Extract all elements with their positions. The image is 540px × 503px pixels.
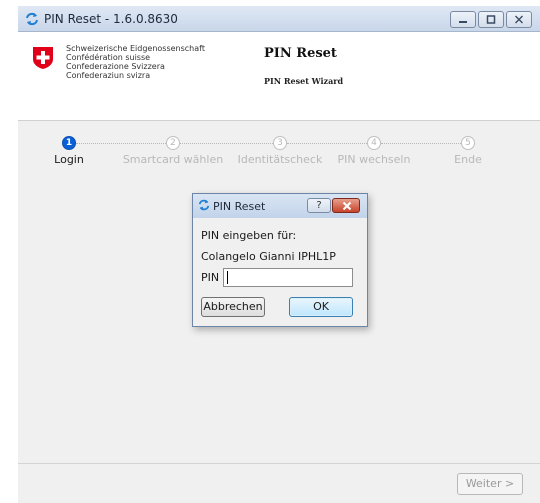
footer-divider <box>18 463 540 464</box>
cancel-button[interactable]: Abbrechen <box>201 297 265 317</box>
step-2-label: Smartcard wählen <box>122 153 224 166</box>
user-name: Colangelo Gianni IPHL1P <box>201 250 336 263</box>
step-connector <box>76 143 166 144</box>
swiss-cross-icon <box>33 47 53 69</box>
gov-line: Schweizerische Eidgenossenschaft <box>66 44 205 53</box>
step-connector <box>287 143 367 144</box>
pin-label: PIN <box>201 271 220 284</box>
dialog-body: PIN eingeben für: Colangelo Gianni IPHL1… <box>193 218 367 326</box>
refresh-arrows-icon <box>26 12 38 26</box>
step-3-indicator: 3 <box>273 136 287 150</box>
ok-button[interactable]: OK <box>289 297 353 317</box>
refresh-arrows-icon <box>198 199 210 211</box>
maximize-button[interactable] <box>478 11 504 28</box>
close-button[interactable] <box>506 11 532 28</box>
close-icon <box>515 15 523 24</box>
pin-prompt: PIN eingeben für: <box>201 229 297 242</box>
dialog-title: PIN Reset <box>213 200 266 213</box>
step-3-label: Identitätscheck <box>237 153 323 166</box>
gov-line: Confédération suisse <box>66 53 151 62</box>
next-button[interactable]: Weiter > <box>457 473 523 495</box>
page-subtitle: PIN Reset Wizard <box>264 76 344 86</box>
government-name: Schweizerische Eidgenossenschaft Confédé… <box>66 44 205 80</box>
maximize-icon <box>486 15 496 24</box>
step-2-indicator: 2 <box>166 136 180 150</box>
window-titlebar[interactable]: PIN Reset - 1.6.0.8630 <box>18 6 540 32</box>
window-title: PIN Reset - 1.6.0.8630 <box>44 12 178 26</box>
step-1-label: Login <box>54 153 84 166</box>
dialog-close-button[interactable] <box>332 198 360 213</box>
close-icon <box>342 201 352 211</box>
step-4-label: PIN wechseln <box>337 153 411 166</box>
step-1-indicator: 1 <box>62 136 76 150</box>
step-connector <box>381 143 461 144</box>
text-cursor <box>227 271 228 284</box>
step-4-indicator: 4 <box>367 136 381 150</box>
pin-dialog: PIN Reset ? PIN eingeben für: Colangelo … <box>192 193 368 327</box>
wizard-header: Schweizerische Eidgenossenschaft Confédé… <box>18 32 540 121</box>
step-connector <box>180 143 273 144</box>
step-5-indicator: 5 <box>461 136 475 150</box>
page-title: PIN Reset <box>264 46 337 61</box>
minimize-button[interactable] <box>450 11 476 28</box>
pin-input[interactable] <box>223 268 353 287</box>
gov-line: Confederazione Svizzera <box>66 62 165 71</box>
wizard-steps: 1 2 3 4 5 Login Smartcard wählen Identit… <box>18 136 540 176</box>
dialog-titlebar[interactable]: PIN Reset ? <box>193 194 367 218</box>
minimize-icon <box>459 21 467 23</box>
step-5-label: Ende <box>454 153 482 166</box>
gov-line: Confederaziun svizra <box>66 71 151 80</box>
help-button[interactable]: ? <box>307 198 331 213</box>
window-controls <box>450 11 532 28</box>
